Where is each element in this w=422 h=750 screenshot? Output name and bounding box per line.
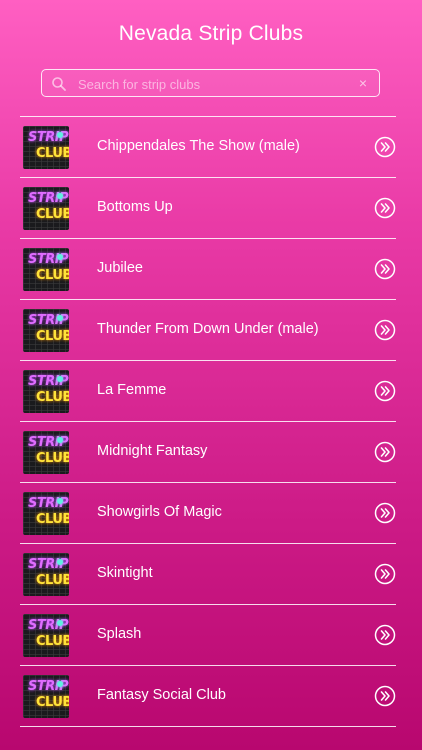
- double-chevron-right-icon[interactable]: [374, 136, 396, 158]
- cocktail-icon: [57, 620, 63, 626]
- cocktail-icon: [57, 559, 63, 565]
- cocktail-icon: [57, 376, 63, 382]
- thumbnail-line2: CLUBS: [36, 146, 69, 161]
- thumbnail-line2: CLUBS: [36, 390, 69, 405]
- cocktail-icon: [57, 498, 63, 504]
- search-input[interactable]: [76, 73, 360, 95]
- list-item[interactable]: STRIP CLUBS Skintight: [20, 544, 396, 605]
- thumbnail-line2: CLUBS: [36, 512, 69, 527]
- club-name: Fantasy Social Club: [97, 687, 226, 703]
- cocktail-icon: [57, 437, 63, 443]
- club-thumbnail: STRIP CLUBS: [23, 675, 69, 718]
- thumbnail-line2: CLUBS: [36, 573, 69, 588]
- cocktail-icon: [57, 681, 63, 687]
- club-name: Thunder From Down Under (male): [97, 321, 319, 337]
- double-chevron-right-icon[interactable]: [374, 441, 396, 463]
- double-chevron-right-icon[interactable]: [374, 624, 396, 646]
- thumbnail-line2: CLUBS: [36, 268, 69, 283]
- club-thumbnail: STRIP CLUBS: [23, 370, 69, 413]
- club-name: Midnight Fantasy: [97, 443, 208, 459]
- double-chevron-right-icon[interactable]: [374, 563, 396, 585]
- thumbnail-line2: CLUBS: [36, 207, 69, 222]
- double-chevron-right-icon[interactable]: [374, 319, 396, 341]
- thumbnail-line2: CLUBS: [36, 634, 69, 649]
- double-chevron-right-icon[interactable]: [374, 502, 396, 524]
- cocktail-icon: [57, 132, 63, 138]
- club-thumbnail: STRIP CLUBS: [23, 126, 69, 169]
- cocktail-icon: [57, 193, 63, 199]
- double-chevron-right-icon[interactable]: [374, 380, 396, 402]
- clear-icon[interactable]: ×: [359, 75, 367, 91]
- club-name: Chippendales The Show (male): [97, 138, 300, 154]
- club-thumbnail: STRIP CLUBS: [23, 248, 69, 291]
- list-item[interactable]: STRIP CLUBS Chippendales The Show (male): [20, 117, 396, 178]
- club-thumbnail: STRIP CLUBS: [23, 614, 69, 657]
- double-chevron-right-icon[interactable]: [374, 258, 396, 280]
- cocktail-icon: [57, 315, 63, 321]
- club-name: Jubilee: [97, 260, 143, 276]
- club-thumbnail: STRIP CLUBS: [23, 309, 69, 352]
- club-thumbnail: STRIP CLUBS: [23, 553, 69, 596]
- club-name: Showgirls Of Magic: [97, 504, 222, 520]
- list-item[interactable]: STRIP CLUBS La Femme: [20, 361, 396, 422]
- club-thumbnail: STRIP CLUBS: [23, 187, 69, 230]
- cocktail-icon: [57, 254, 63, 260]
- club-name: Splash: [97, 626, 142, 642]
- list-item[interactable]: STRIP CLUBS Fantasy Social Club: [20, 666, 396, 727]
- list-item[interactable]: STRIP CLUBS Showgirls Of Magic: [20, 483, 396, 544]
- double-chevron-right-icon[interactable]: [374, 197, 396, 219]
- thumbnail-line2: CLUBS: [36, 329, 69, 344]
- club-name: La Femme: [97, 382, 167, 398]
- club-list: STRIP CLUBS Chippendales The Show (male)…: [20, 116, 396, 727]
- list-item[interactable]: STRIP CLUBS Midnight Fantasy: [20, 422, 396, 483]
- page-title: Nevada Strip Clubs: [118, 22, 304, 45]
- search-bar[interactable]: ×: [41, 69, 380, 97]
- double-chevron-right-icon[interactable]: [374, 685, 396, 707]
- thumbnail-line2: CLUBS: [36, 695, 69, 710]
- list-item[interactable]: STRIP CLUBS Bottoms Up: [20, 178, 396, 239]
- thumbnail-line2: CLUBS: [36, 451, 69, 466]
- list-item[interactable]: STRIP CLUBS Jubilee: [20, 239, 396, 300]
- list-item[interactable]: STRIP CLUBS Splash: [20, 605, 396, 666]
- club-name: Skintight: [97, 565, 153, 581]
- search-icon: [52, 77, 66, 91]
- club-thumbnail: STRIP CLUBS: [23, 431, 69, 474]
- club-name: Bottoms Up: [97, 199, 173, 215]
- club-thumbnail: STRIP CLUBS: [23, 492, 69, 535]
- list-item[interactable]: STRIP CLUBS Thunder From Down Under (mal…: [20, 300, 396, 361]
